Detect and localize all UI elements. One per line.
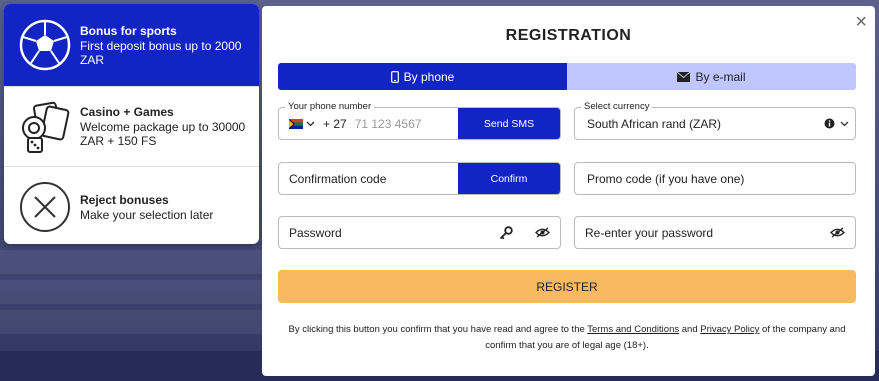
bonus-option-reject[interactable]: Reject bonuses Make your selection later xyxy=(4,167,259,244)
currency-select[interactable]: Select currency South African rand (ZAR) xyxy=(574,101,856,140)
casino-cards-icon xyxy=(18,100,72,154)
country-selector[interactable] xyxy=(279,118,315,129)
password-placeholder: Password xyxy=(289,225,342,240)
eye-slash-icon[interactable] xyxy=(830,227,845,238)
bonus-option-casino[interactable]: Casino + Games Welcome package up to 300… xyxy=(4,87,259,167)
phone-field: Your phone number + 27 71 123 4567 Send … xyxy=(278,101,561,140)
backdrop-row xyxy=(0,280,262,304)
tab-label: By e-mail xyxy=(695,69,746,84)
promo-code-input[interactable]: Promo code (if you have one) xyxy=(574,162,856,195)
modal-title: REGISTRATION xyxy=(505,27,632,44)
confirm-button[interactable]: Confirm xyxy=(458,163,560,194)
send-sms-button[interactable]: Send SMS xyxy=(458,108,560,139)
soccer-ball-icon xyxy=(18,18,72,72)
bonus-option-title: Reject bonuses xyxy=(80,192,169,207)
info-icon[interactable] xyxy=(824,118,835,129)
disclaimer-and: and xyxy=(681,324,698,335)
bonus-option-text: Casino + Games Welcome package up to 300… xyxy=(80,105,249,148)
terms-link[interactable]: Terms and Conditions xyxy=(587,324,679,335)
repassword-placeholder: Re-enter your password xyxy=(585,225,714,240)
backdrop-row xyxy=(0,310,262,334)
bonus-option-text: Bonus for sports First deposit bonus up … xyxy=(80,24,249,67)
tab-by-email[interactable]: By e-mail xyxy=(567,63,856,90)
backdrop-row xyxy=(0,250,262,274)
phone-field-label: Your phone number xyxy=(285,101,375,112)
confirmation-code-input[interactable]: Confirmation code xyxy=(279,172,458,186)
phone-icon xyxy=(390,70,399,83)
phone-input[interactable]: 71 123 4567 xyxy=(355,117,458,131)
bonus-option-title: Casino + Games xyxy=(80,105,174,119)
key-icon[interactable] xyxy=(499,225,513,240)
bonus-option-title: Bonus for sports xyxy=(80,23,177,38)
chevron-down-icon xyxy=(306,121,315,126)
chevron-down-icon xyxy=(840,121,849,126)
reject-x-icon xyxy=(18,180,72,234)
currency-field-label: Select currency xyxy=(581,101,653,112)
currency-value: South African rand (ZAR) xyxy=(587,116,722,131)
legal-disclaimer: By clicking this button you confirm that… xyxy=(278,322,856,354)
tab-by-phone[interactable]: By phone xyxy=(278,63,567,90)
registration-tabs: By phone By e-mail xyxy=(278,63,856,90)
bonus-option-desc: First deposit bonus up to 2000 ZAR xyxy=(80,38,242,67)
tab-label: By phone xyxy=(403,69,455,84)
envelope-icon xyxy=(677,71,691,82)
privacy-policy-link[interactable]: Privacy Policy xyxy=(700,324,759,335)
eye-slash-icon[interactable] xyxy=(535,227,550,238)
register-button[interactable]: REGISTER xyxy=(278,270,856,303)
promo-code-placeholder: Promo code (if you have one) xyxy=(587,171,745,186)
repassword-field[interactable]: Re-enter your password xyxy=(574,216,856,249)
bonus-option-sports[interactable]: Bonus for sports First deposit bonus up … xyxy=(4,4,259,87)
password-field[interactable]: Password xyxy=(278,216,561,249)
disclaimer-text: By clicking this button you confirm that… xyxy=(288,324,585,335)
south-africa-flag-icon xyxy=(289,118,303,129)
bonus-option-text: Reject bonuses Make your selection later xyxy=(80,193,213,222)
phone-prefix: + 27 xyxy=(323,116,347,131)
bonus-option-desc: Welcome package up to 30000 ZAR + 150 FS xyxy=(80,120,246,148)
bonus-panel: Bonus for sports First deposit bonus up … xyxy=(4,4,259,244)
confirmation-field: Confirmation code Confirm xyxy=(278,162,561,195)
bonus-option-desc: Make your selection later xyxy=(80,207,214,222)
registration-modal: × REGISTRATION By phone By e-mail Your p… xyxy=(262,6,875,376)
